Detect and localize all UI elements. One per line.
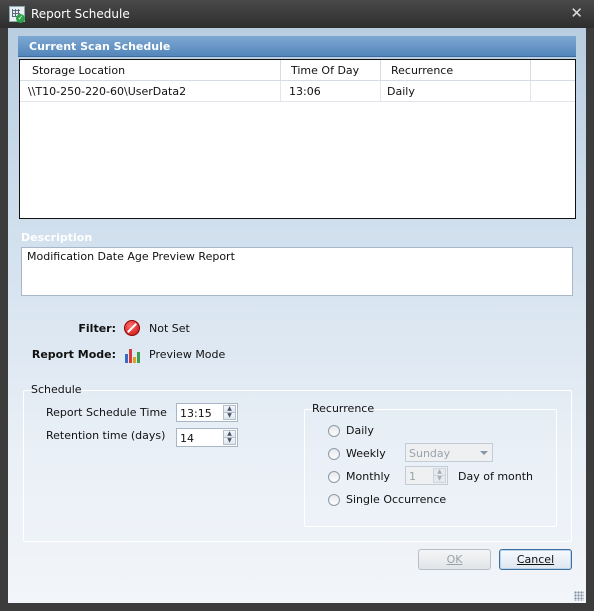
filter-label: Filter: (78, 322, 116, 335)
weekly-day-value: Sunday (409, 447, 451, 460)
cell-storage-location: \\T10-250-220-60\UserData2 (20, 81, 281, 101)
weekly-day-select[interactable]: Sunday (405, 443, 493, 462)
report-schedule-icon: ✓ (9, 6, 25, 23)
table-header: Storage Location Time Of Day Recurrence (20, 60, 575, 81)
radio-weekly-label[interactable]: Weekly (346, 447, 386, 460)
dialog-body: Current Scan Schedule Storage Location T… (8, 28, 586, 603)
monthly-day-value: 1 (409, 470, 416, 483)
report-schedule-window: ✓ Report Schedule ✕ Current Scan Schedul… (0, 0, 594, 611)
radio-daily-label[interactable]: Daily (346, 424, 374, 437)
retention-time-stepper[interactable]: 14 ▲ ▼ (176, 428, 238, 447)
radio-daily[interactable] (328, 425, 340, 437)
no-filter-icon (124, 320, 140, 336)
window-title: Report Schedule (31, 7, 130, 21)
report-mode-value: Preview Mode (149, 348, 226, 361)
recurrence-group-title: Recurrence (312, 402, 375, 415)
radio-single-occurrence-label[interactable]: Single Occurrence (346, 493, 446, 506)
cancel-button[interactable]: Cancel (499, 549, 572, 570)
description-field[interactable]: Modification Date Age Preview Report (21, 247, 573, 296)
column-header-time-of-day[interactable]: Time Of Day (281, 60, 381, 81)
bar-chart-icon (124, 347, 140, 363)
ok-button[interactable]: OK (418, 549, 491, 570)
column-header-storage-location[interactable]: Storage Location (20, 60, 281, 81)
retention-down-icon[interactable]: ▼ (223, 437, 236, 445)
column-header-extra (531, 60, 575, 81)
cell-extra (531, 81, 575, 101)
current-scan-header: Current Scan Schedule (18, 36, 576, 57)
resize-grip-icon[interactable] (574, 591, 584, 601)
report-schedule-time-value: 13:15 (180, 407, 212, 420)
table-row[interactable]: \\T10-250-220-60\UserData2 13:06 Daily (20, 81, 575, 102)
schedule-group: Schedule Report Schedule Time 13:15 ▲ ▼ … (23, 383, 572, 542)
report-mode-label: Report Mode: (31, 348, 116, 361)
ok-button-label: OK (446, 553, 463, 566)
title-bar[interactable]: ✓ Report Schedule ✕ (0, 0, 594, 28)
scan-schedule-table[interactable]: Storage Location Time Of Day Recurrence … (19, 59, 576, 219)
time-down-icon[interactable]: ▼ (223, 412, 236, 420)
monthly-down-icon[interactable]: ▼ (433, 475, 446, 483)
retention-time-value: 14 (180, 432, 194, 445)
monthly-day-stepper[interactable]: 1 ▲ ▼ (405, 466, 448, 485)
cancel-button-label: Cancel (516, 553, 555, 566)
report-schedule-time-label: Report Schedule Time (46, 406, 167, 419)
schedule-group-title: Schedule (31, 383, 82, 396)
column-header-recurrence[interactable]: Recurrence (381, 60, 531, 81)
report-schedule-time-stepper[interactable]: 13:15 ▲ ▼ (176, 403, 238, 422)
description-label: Description (21, 231, 93, 244)
retention-time-label: Retention time (days) (46, 429, 166, 442)
recurrence-group: Recurrence Daily Weekly Sunday Monthly 1… (304, 402, 557, 527)
close-icon[interactable]: ✕ (570, 4, 583, 22)
cell-time-of-day: 13:06 (281, 81, 381, 101)
radio-single-occurrence[interactable] (328, 494, 340, 506)
filter-value: Not Set (149, 322, 190, 335)
cell-recurrence: Daily (381, 81, 531, 101)
radio-monthly[interactable] (328, 471, 340, 483)
radio-weekly[interactable] (328, 448, 340, 460)
chevron-down-icon[interactable] (480, 451, 488, 455)
radio-monthly-label[interactable]: Monthly (346, 470, 390, 483)
day-of-month-label: Day of month (458, 470, 534, 483)
